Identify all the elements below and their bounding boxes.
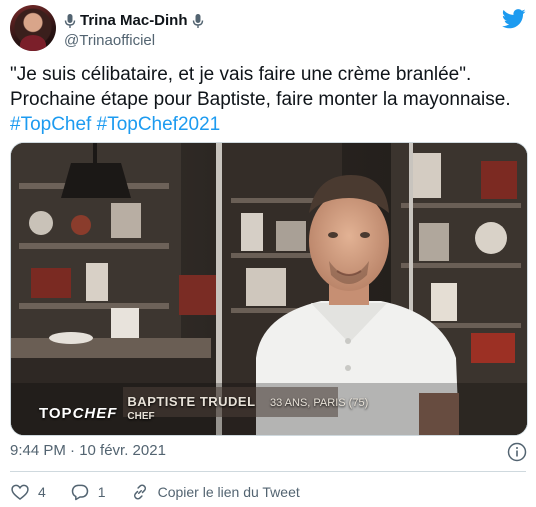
hashtag-link[interactable]: #TopChef2021: [97, 114, 221, 135]
reply-count: 1: [97, 484, 106, 500]
author-display-name[interactable]: Trina Mac-Dinh: [80, 12, 188, 29]
like-button[interactable]: 4: [10, 482, 46, 502]
chef-role: CHEF: [127, 411, 155, 422]
tweet-media-image[interactable]: TOPCHEF BAPTISTE TRUDEL 33 ANS, PARIS (7…: [10, 142, 528, 436]
avatar[interactable]: [10, 5, 56, 51]
divider: [10, 471, 526, 472]
logo-chef-text: CHEF: [72, 405, 118, 422]
tweet-text: "Je suis célibataire, et je vais faire u…: [10, 62, 525, 137]
reply-button[interactable]: 1: [70, 482, 106, 502]
tweet-line-2: Prochaine étape pour Baptiste, faire mon…: [10, 89, 511, 110]
chef-info: 33 ANS, PARIS (75): [270, 397, 369, 409]
reply-bubble-icon: [71, 484, 89, 501]
tweet-hashtags: #TopChef #TopChef2021: [10, 112, 525, 137]
chef-name: BAPTISTE TRUDEL: [127, 394, 256, 409]
chef-caption: BAPTISTE TRUDEL 33 ANS, PARIS (75) CHEF: [127, 393, 368, 422]
microphone-icon: [64, 13, 76, 28]
caption-lower-third: TOPCHEF BAPTISTE TRUDEL 33 ANS, PARIS (7…: [39, 393, 368, 422]
microphone-icon: [192, 13, 203, 28]
author-name-row: Trina Mac-Dinh: [64, 12, 204, 29]
twitter-bird-icon[interactable]: [502, 9, 526, 29]
heart-icon: [11, 484, 29, 501]
info-icon[interactable]: [507, 442, 527, 462]
kitchen-scene-image: [11, 143, 527, 435]
tweet-line-1: "Je suis célibataire, et je vais faire u…: [10, 64, 472, 85]
hashtag-link[interactable]: #TopChef: [10, 114, 91, 135]
logo-top-text: TOP: [39, 405, 73, 422]
like-count: 4: [38, 484, 46, 500]
top-chef-logo: TOPCHEF: [39, 405, 117, 422]
link-icon: [133, 484, 146, 500]
tweet-actions: 4 1 Copier le lien du Tweet: [10, 482, 324, 502]
tweet-header: Trina Mac-Dinh @Trinaofficiel: [10, 5, 530, 53]
tweet-timestamp[interactable]: 9:44 PM · 10 févr. 2021: [10, 442, 166, 459]
copy-link-button[interactable]: Copier le lien du Tweet: [130, 482, 300, 502]
author-handle[interactable]: @Trinaofficiel: [64, 32, 155, 49]
copy-link-label: Copier le lien du Tweet: [157, 484, 300, 500]
